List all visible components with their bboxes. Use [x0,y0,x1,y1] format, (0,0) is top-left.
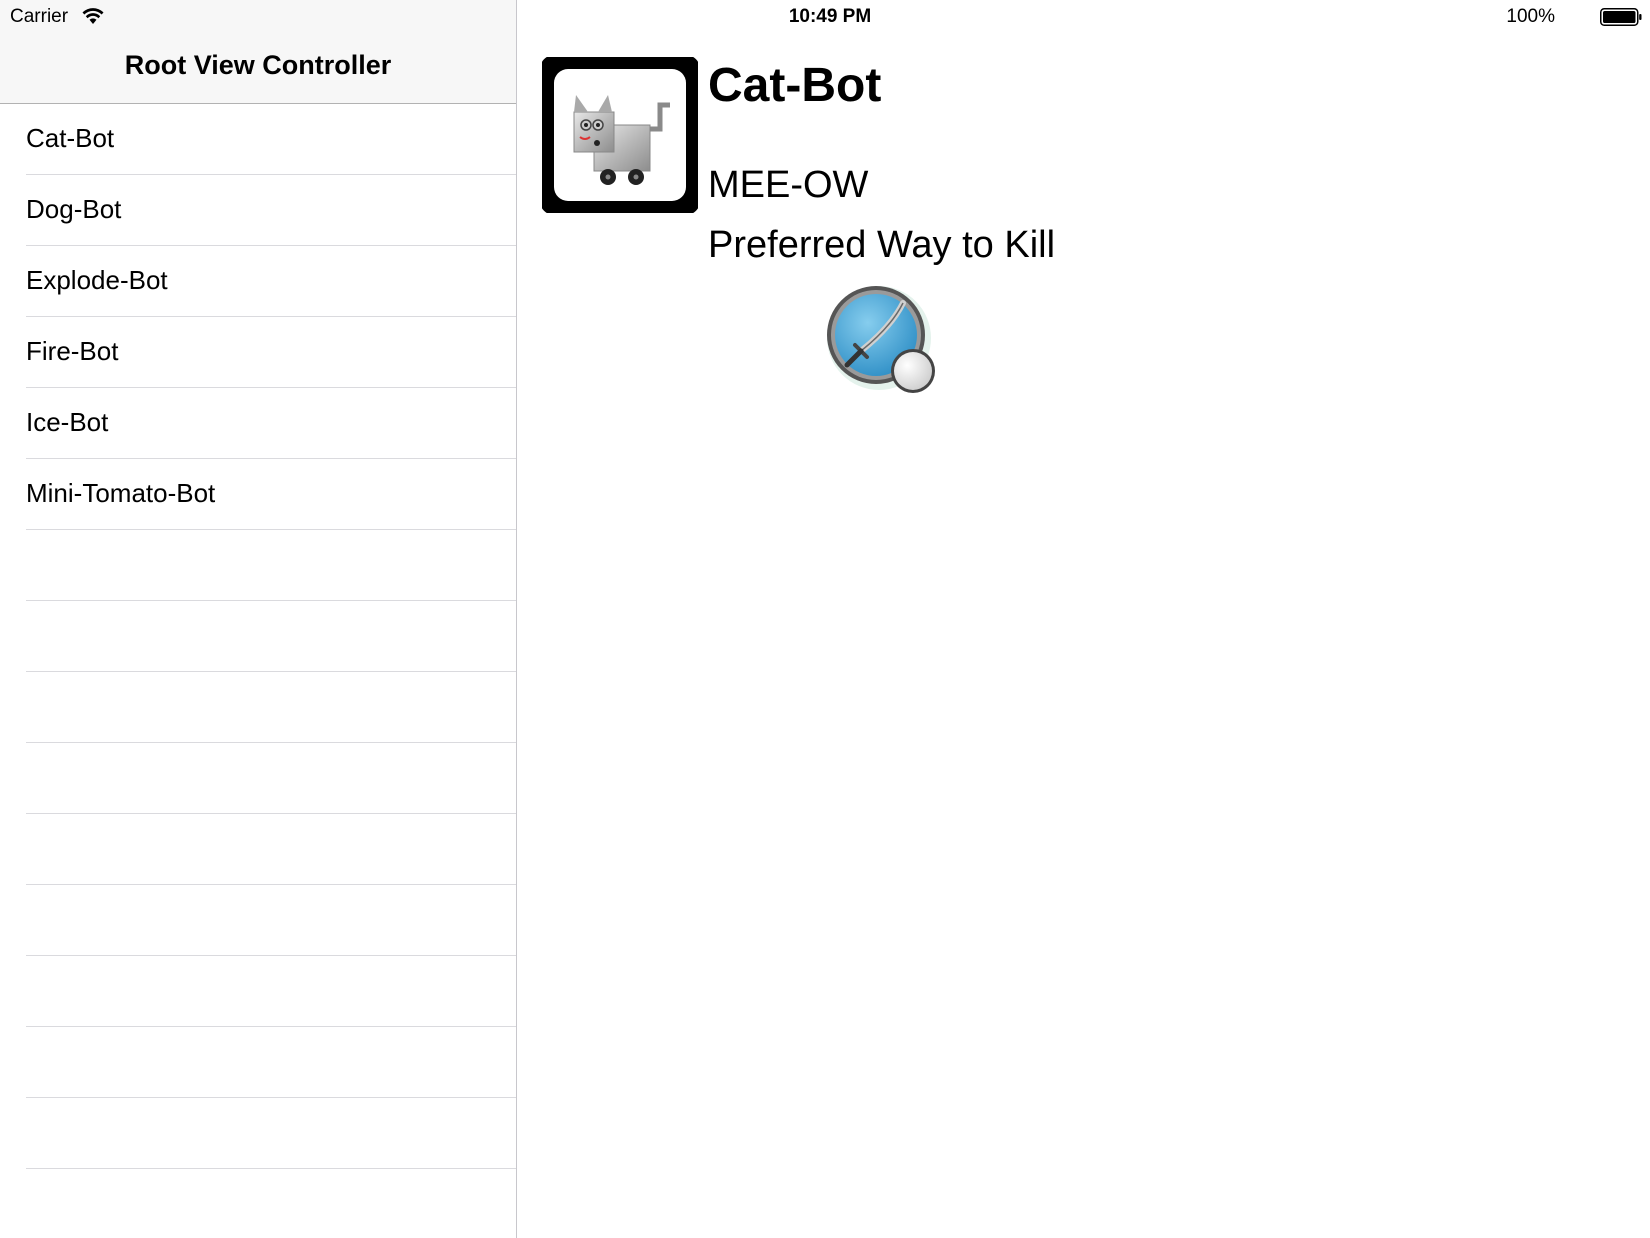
empty-row [26,885,516,956]
empty-row [26,1027,516,1098]
battery-percentage: 100% [1506,6,1555,27]
empty-row [26,672,516,743]
empty-row [26,530,516,601]
bot-name: Cat-Bot [708,59,882,112]
empty-row [26,1169,516,1238]
list-item-label: Dog-Bot [26,194,122,224]
bot-list: Cat-Bot Dog-Bot Explode-Bot Fire-Bot Ice… [0,104,516,1238]
status-bar: Carrier 10:49 PM 100% [0,0,1650,34]
navigation-title: Root View Controller [124,50,392,80]
detail-pane: Cat-Bot MEE-OW Preferred Way to Kill [517,0,1650,1238]
list-item-label: Cat-Bot [26,123,115,153]
list-item-label: Fire-Bot [26,336,119,366]
list-item-label: Explode-Bot [26,265,168,295]
list-item[interactable]: Ice-Bot [26,388,516,459]
status-clock: 10:49 PM [788,6,872,27]
cat-robot-icon [542,57,698,213]
app-window: Carrier 10:49 PM 100% Root View Controll… [0,0,1650,1238]
sword-icon[interactable] [821,283,941,398]
preferred-kill-label: Preferred Way to Kill [708,224,1056,266]
empty-row [26,743,516,814]
empty-row [26,601,516,672]
bot-sound: MEE-OW [708,164,869,206]
empty-row [26,956,516,1027]
list-item[interactable]: Dog-Bot [26,175,516,246]
list-item[interactable]: Fire-Bot [26,317,516,388]
list-item-label: Ice-Bot [26,407,109,437]
list-item[interactable]: Mini-Tomato-Bot [26,459,516,530]
list-item[interactable]: Explode-Bot [26,246,516,317]
list-item[interactable]: Cat-Bot [26,104,516,175]
list-item-label: Mini-Tomato-Bot [26,478,216,508]
battery-icon [1600,8,1642,26]
master-pane: Root View Controller Cat-Bot Dog-Bot Exp… [0,0,517,1238]
empty-row [26,1098,516,1169]
empty-row [26,814,516,885]
